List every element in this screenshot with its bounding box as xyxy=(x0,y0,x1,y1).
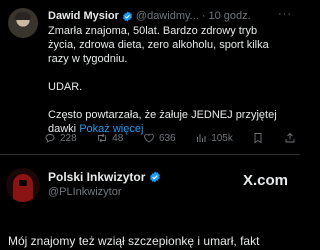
repost-button[interactable]: 48 xyxy=(96,132,123,144)
share-icon xyxy=(285,132,295,143)
share-button[interactable] xyxy=(284,132,296,144)
x-brand: X.com xyxy=(243,172,288,189)
body-line: Zmarła znajoma, 50lat. Bardzo zdrowy try… xyxy=(48,25,258,37)
body-line: razy w tygodniu. xyxy=(48,53,128,65)
like-count: 636 xyxy=(158,132,176,144)
body-line: życia, zdrowa dieta, zero alkoholu, spor… xyxy=(48,39,269,51)
quote-author-name[interactable]: Polski Inkwizytor xyxy=(48,170,145,184)
author-name[interactable]: Dawid Mysior xyxy=(48,10,119,22)
verified-badge-icon xyxy=(149,171,161,183)
reply-button[interactable]: 228 xyxy=(44,132,77,144)
body-line: Często powtarzała, że żałuje JEDNEJ przy… xyxy=(48,109,277,121)
views-button[interactable]: 105k xyxy=(195,132,233,144)
bookmark-icon xyxy=(254,133,262,144)
quote-card[interactable]: Polski Inkwizytor @PLInkwizytor X.com Mó… xyxy=(0,156,300,250)
x-brand-label: X.com xyxy=(242,172,288,189)
quote-author-handle[interactable]: @PLInkwizytor xyxy=(48,186,122,198)
separator-dot: · xyxy=(201,10,206,22)
tweet-header: Dawid Mysior @dawidmy... · 10 godz. ··· xyxy=(48,8,292,24)
quote-author-avatar[interactable] xyxy=(6,168,40,202)
reply-icon xyxy=(45,134,55,143)
more-options-icon[interactable]: ··· xyxy=(278,8,292,20)
views-icon xyxy=(197,134,206,142)
author-handle[interactable]: @dawidmy... xyxy=(136,10,199,22)
author-avatar[interactable] xyxy=(8,8,38,38)
divider xyxy=(0,154,300,155)
view-count: 105k xyxy=(211,132,233,144)
heart-icon xyxy=(144,133,154,143)
post-time[interactable]: 10 godz. xyxy=(209,10,251,22)
bookmark-button[interactable] xyxy=(252,132,264,144)
verified-badge-icon xyxy=(122,10,133,22)
tweet[interactable]: Dawid Mysior @dawidmy... · 10 godz. ··· … xyxy=(0,0,300,152)
reply-count: 228 xyxy=(60,132,77,144)
tweet-actions: 228 48 636 105k xyxy=(44,130,296,146)
repost-icon xyxy=(98,133,107,143)
repost-count: 48 xyxy=(112,132,124,144)
body-line: UDAR. xyxy=(48,81,83,93)
like-button[interactable]: 636 xyxy=(143,132,176,144)
quote-text: Mój znajomy też wziął szczepionkę i umar… xyxy=(8,234,260,248)
tweet-body: Zmarła znajoma, 50lat. Bardzo zdrowy try… xyxy=(48,24,286,136)
quote-author-row: Polski Inkwizytor xyxy=(48,170,164,184)
